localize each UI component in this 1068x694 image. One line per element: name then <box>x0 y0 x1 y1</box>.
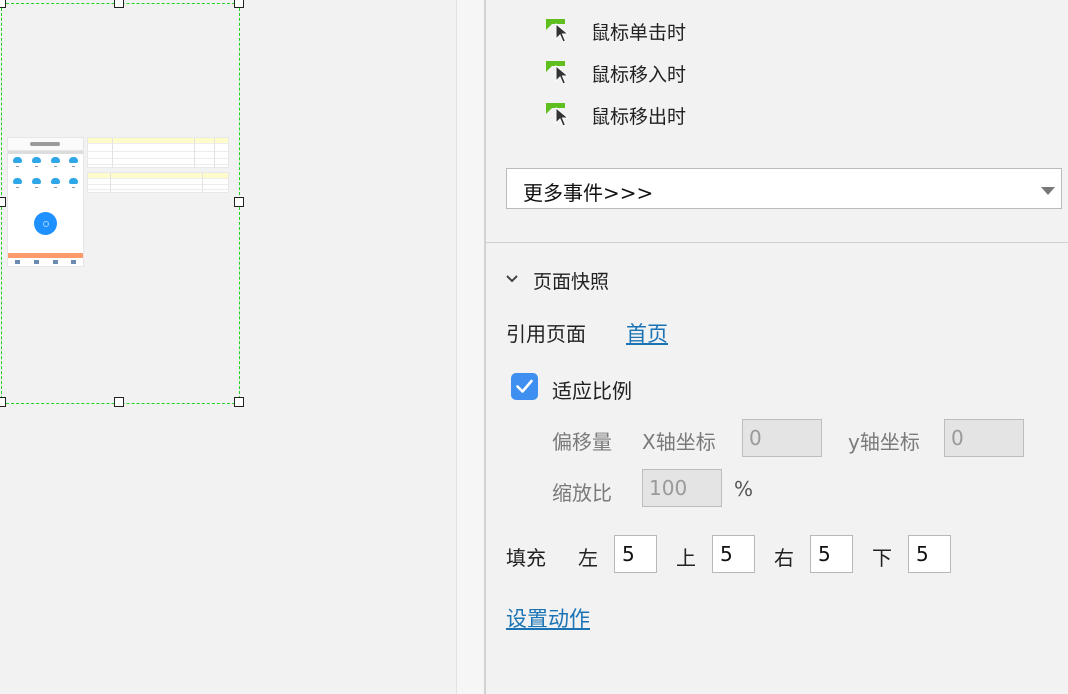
more-events-dropdown[interactable]: 更多事件>>> <box>506 168 1062 209</box>
cursor-event-icon <box>546 19 570 43</box>
padding-left-label: 左 <box>578 546 598 570</box>
x-coord-input[interactable]: 0 <box>742 419 822 457</box>
scale-label: 缩放比 <box>552 481 612 505</box>
snapshot-section-toggle[interactable]: 页面快照 <box>506 267 609 294</box>
checkmark-icon <box>516 379 533 393</box>
event-onclick[interactable]: 鼠标单击时 <box>546 19 687 44</box>
resize-handle-right[interactable] <box>234 197 244 207</box>
snapshot-thumbnail-table <box>87 172 229 193</box>
chevron-down-icon <box>506 274 518 282</box>
resize-handle-left[interactable] <box>0 197 6 207</box>
padding-label: 填充 <box>506 546 546 570</box>
section-divider <box>486 242 1068 243</box>
cursor-event-icon <box>546 103 570 127</box>
padding-top-input[interactable]: 5 <box>712 535 755 573</box>
snapshot-thumbnail-phone <box>7 137 84 267</box>
resize-handle-top-left[interactable] <box>0 0 6 8</box>
padding-left-input[interactable]: 5 <box>614 535 657 573</box>
y-coord-label: y轴坐标 <box>848 430 920 454</box>
resize-handle-bottom[interactable] <box>114 397 124 407</box>
design-canvas[interactable] <box>0 0 456 694</box>
x-coord-label: X轴坐标 <box>642 430 716 454</box>
snapshot-thumbnail-table <box>87 137 229 168</box>
padding-bottom-label: 下 <box>872 546 892 570</box>
percent-label: % <box>734 477 754 501</box>
set-action-link[interactable]: 设置动作 <box>506 603 590 633</box>
resize-handle-bottom-left[interactable] <box>0 397 6 407</box>
y-coord-input[interactable]: 0 <box>944 419 1024 457</box>
ref-page-link[interactable]: 首页 <box>626 318 668 348</box>
resize-handle-bottom-right[interactable] <box>234 397 244 407</box>
padding-right-label: 右 <box>774 546 794 570</box>
padding-bottom-input[interactable]: 5 <box>908 535 951 573</box>
event-onmouseleave[interactable]: 鼠标移出时 <box>546 103 687 128</box>
padding-top-label: 上 <box>676 546 696 570</box>
padding-right-input[interactable]: 5 <box>810 535 853 573</box>
event-onmouseenter[interactable]: 鼠标移入时 <box>546 61 687 86</box>
more-events-label: 更多事件>>> <box>523 181 654 205</box>
properties-panel: 鼠标单击时 鼠标移入时 鼠标移出时 更多事件>>> 页面快照 引用页面 首页 适… <box>486 0 1068 694</box>
event-label: 鼠标移出时 <box>591 105 687 128</box>
fit-label: 适应比例 <box>552 379 632 403</box>
event-label: 鼠标移入时 <box>591 63 687 86</box>
canvas-scrollbar[interactable] <box>456 0 485 694</box>
event-label: 鼠标单击时 <box>591 21 687 44</box>
section-title: 页面快照 <box>533 271 610 293</box>
ref-page-label: 引用页面 <box>506 322 586 346</box>
scale-input[interactable]: 100 <box>642 469 722 507</box>
resize-handle-top-right[interactable] <box>234 0 244 8</box>
resize-handle-top[interactable] <box>114 0 124 8</box>
dropdown-arrow-icon <box>1041 187 1055 195</box>
offset-label: 偏移量 <box>552 430 612 454</box>
fit-checkbox[interactable] <box>511 373 538 400</box>
cursor-event-icon <box>546 61 570 85</box>
